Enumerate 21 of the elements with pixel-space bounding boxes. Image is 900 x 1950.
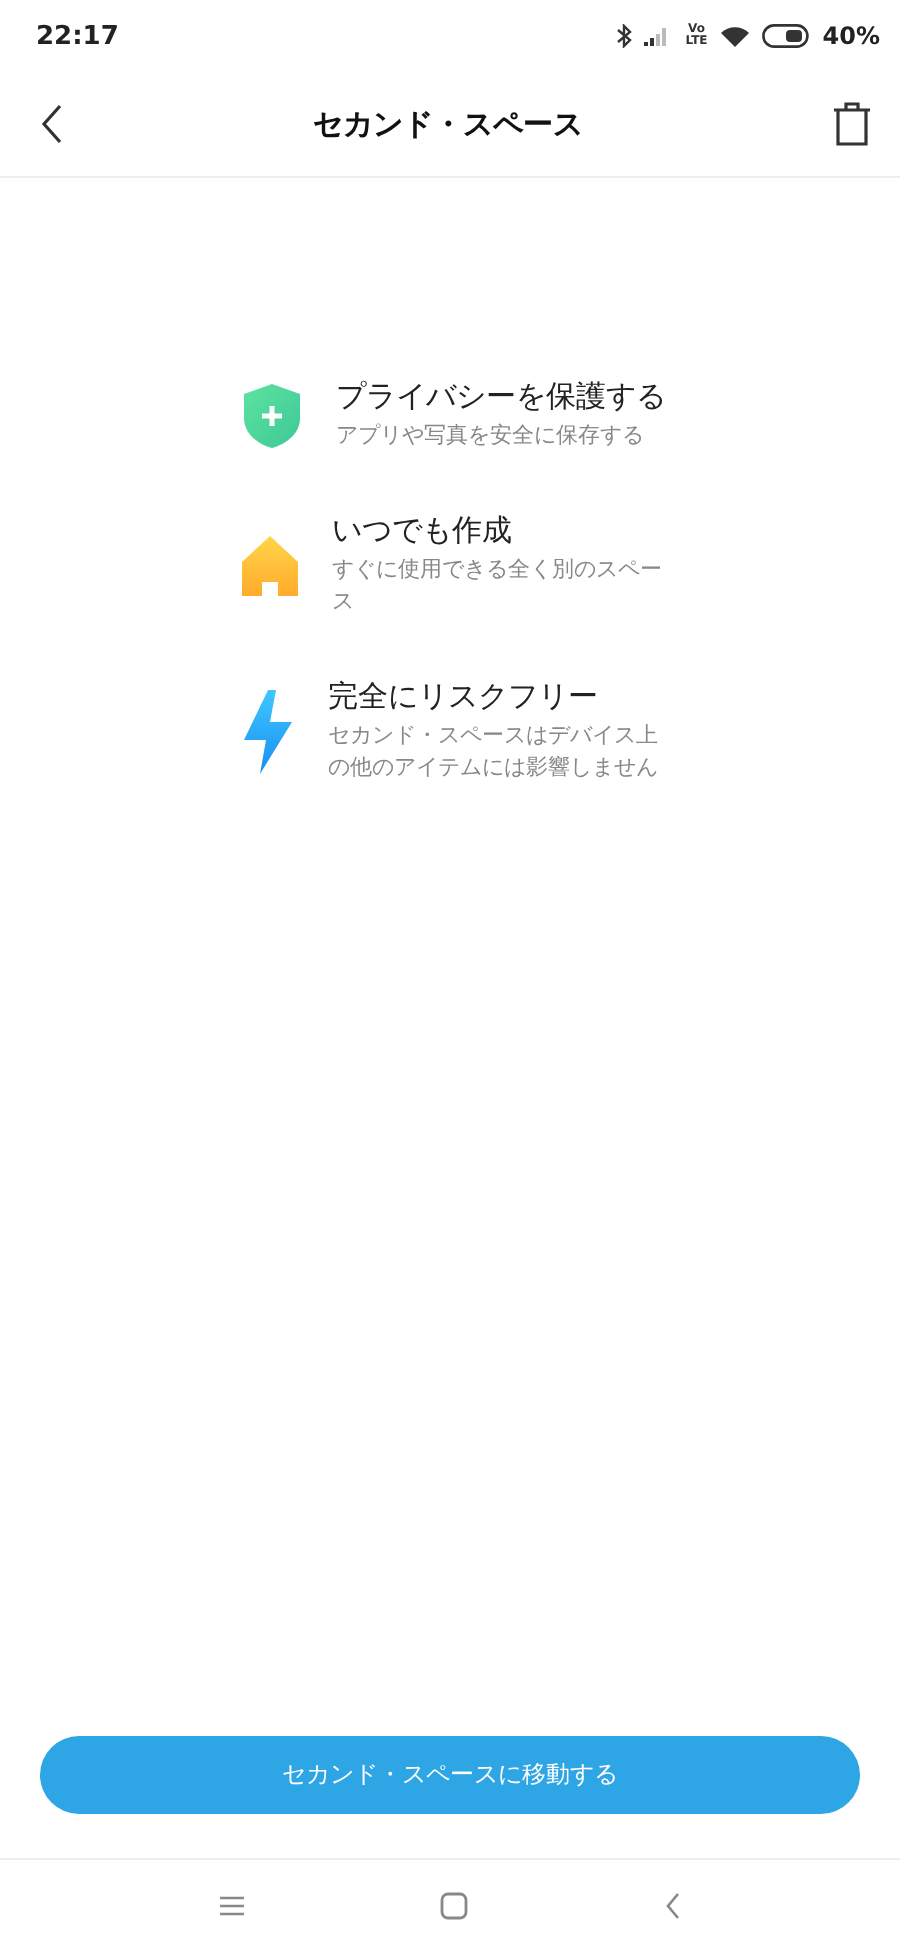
wifi-icon [720,25,751,47]
menu-icon[interactable] [217,1893,246,1917]
feature-description: セカンド・スペースはデバイス上の他のアイテムには影響しません [328,720,660,784]
feature-description: アプリや写真を安全に保存する [336,420,646,452]
house-icon [240,533,300,597]
back-nav-button[interactable] [664,1891,683,1919]
shield-icon [240,381,304,449]
battery-percent: 40% [822,22,880,50]
lightning-icon [240,687,296,775]
enter-space-button[interactable]: セカンド・スペースに移動する [40,1736,860,1814]
delete-button[interactable] [832,102,872,146]
status-time: 22:17 [36,21,119,51]
feature-description: すぐに使用できる全く別のスペース [332,554,664,618]
battery-icon [762,24,811,48]
bluetooth-icon [616,24,633,48]
feature-title: プライバシーを保護する [336,378,668,416]
feature-title: 完全にリスクフリー [328,678,600,716]
home-button[interactable] [440,1891,469,1919]
page-title: セカンド・スペース [313,105,583,143]
back-button[interactable] [40,104,64,144]
feature-title: いつでも作成 [332,512,514,550]
